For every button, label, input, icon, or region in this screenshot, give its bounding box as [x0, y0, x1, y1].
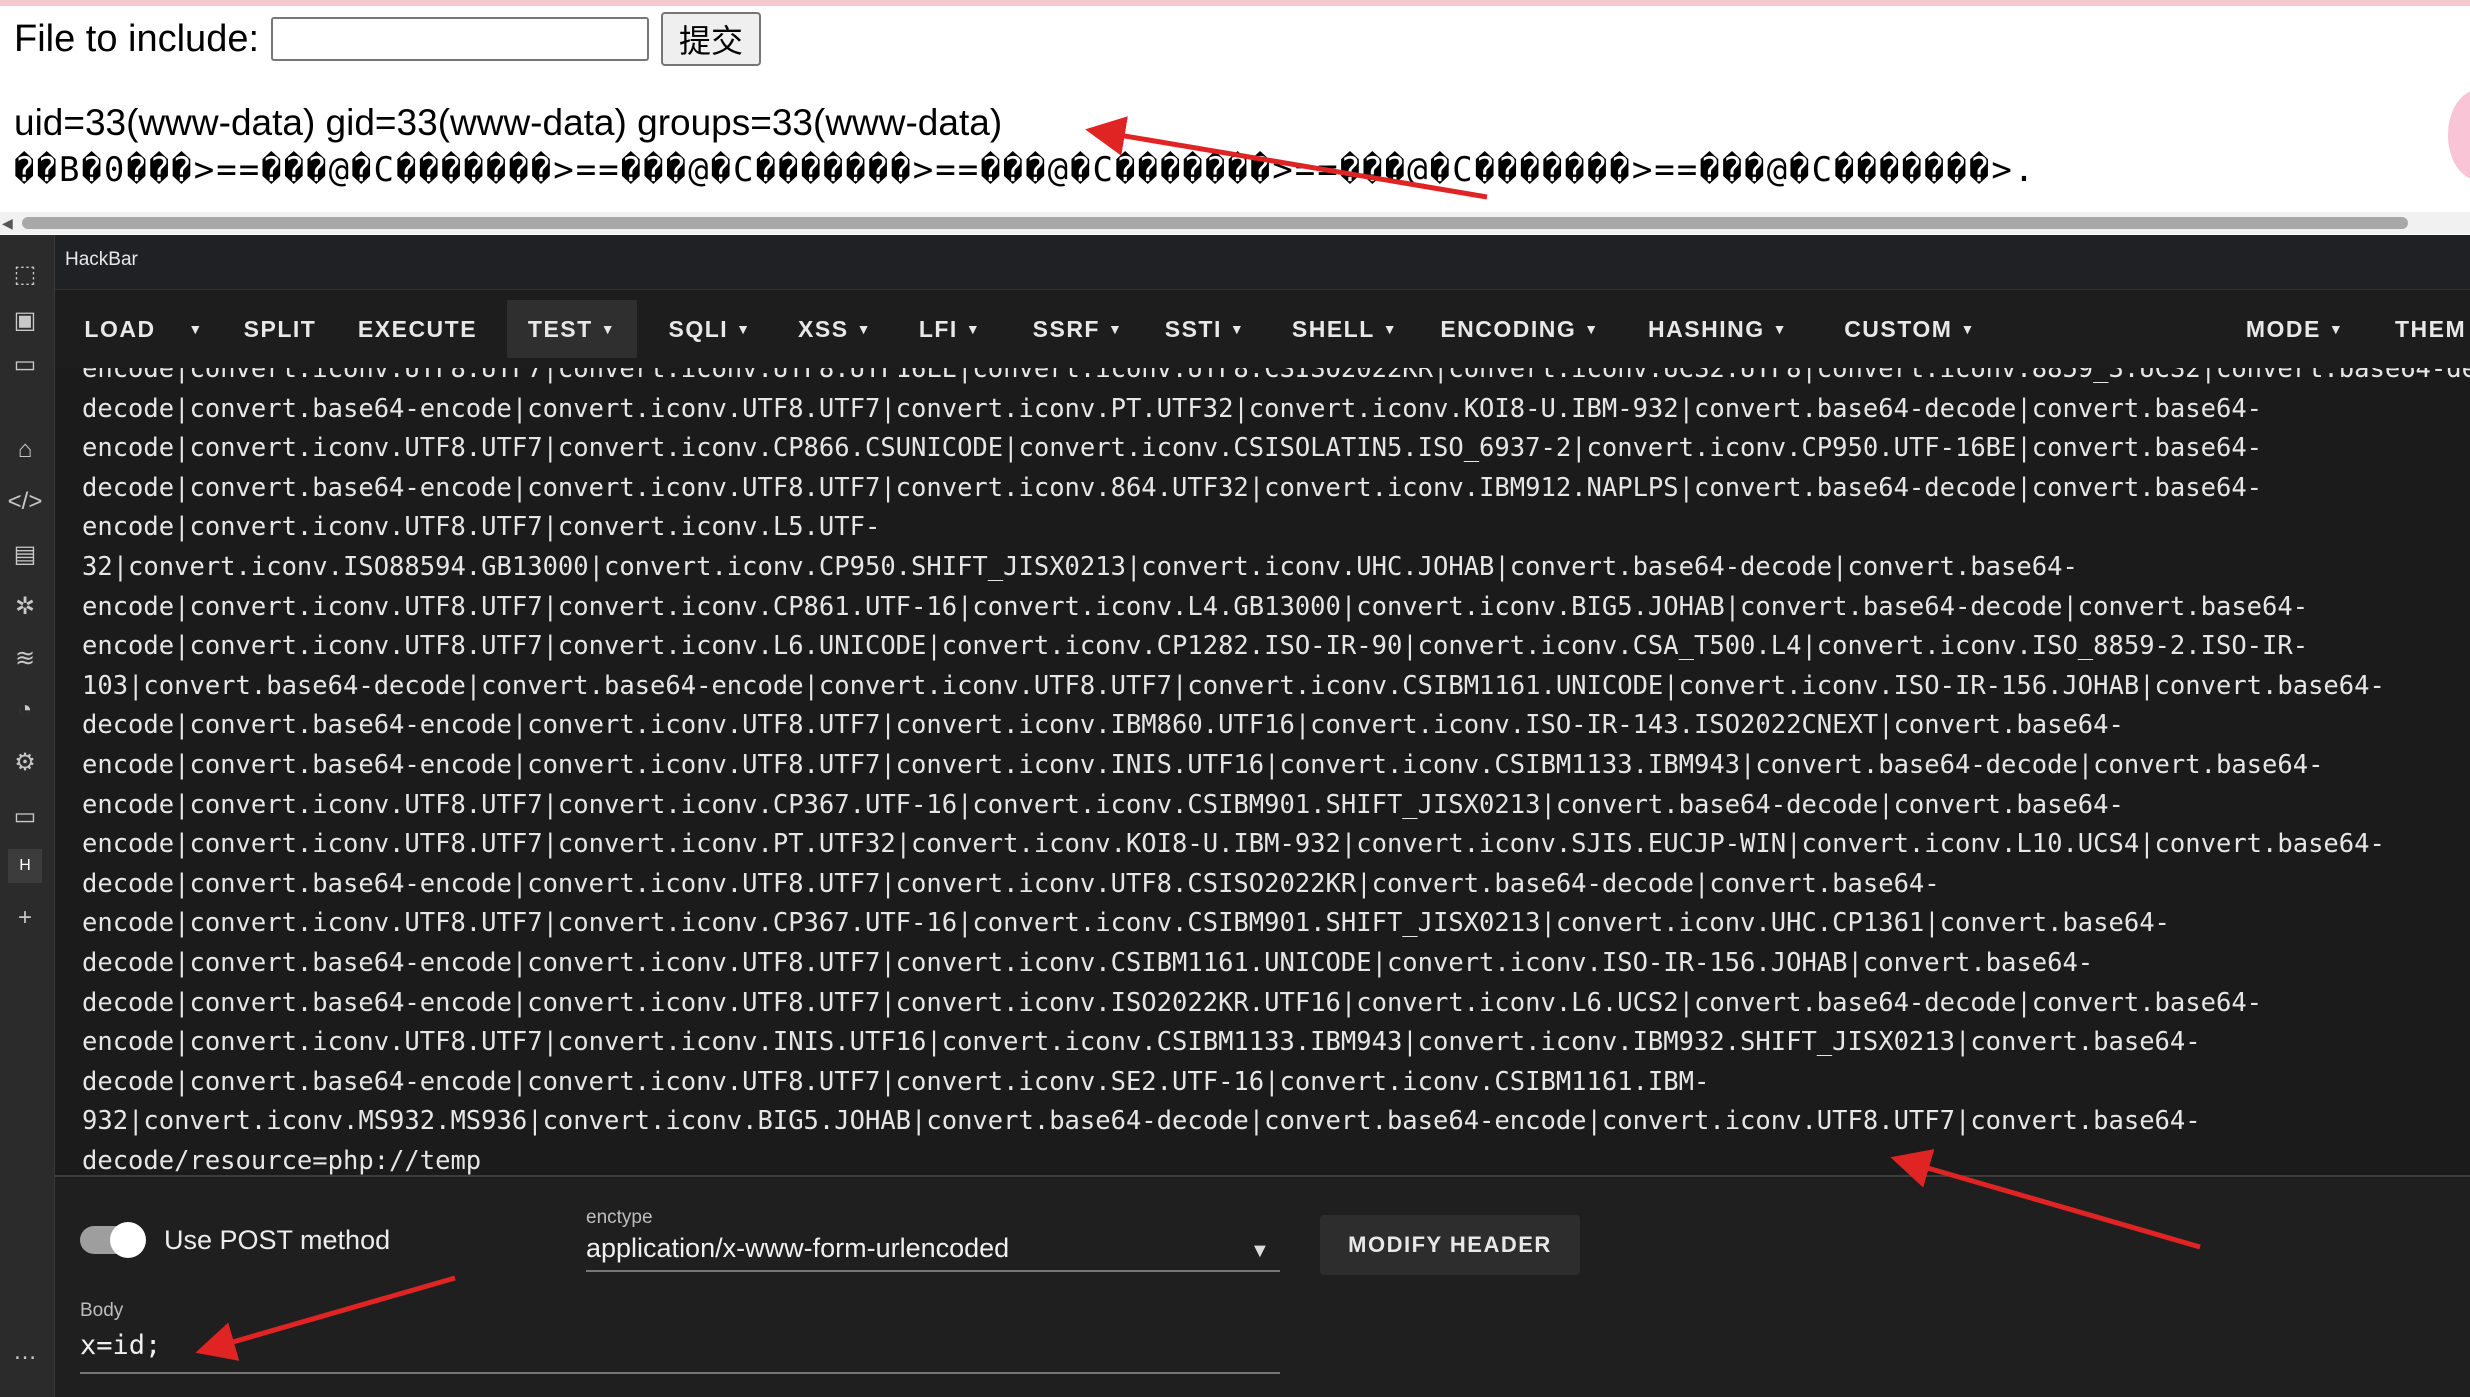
toggle-knob	[110, 1222, 146, 1258]
chevron-down-icon: ▼	[1107, 321, 1124, 337]
body-underline	[80, 1372, 1280, 1374]
url-line: decode|convert.base64-encode|convert.ico…	[82, 987, 2263, 1018]
top-border	[0, 0, 2470, 6]
code-icon[interactable]: </>	[8, 485, 43, 519]
hashing-menu[interactable]: HASHING ▼	[1633, 300, 1803, 358]
chevron-down-icon: ▼	[188, 321, 204, 337]
url-divider	[55, 1175, 2470, 1177]
url-line: 32|convert.iconv.ISO88594.GB13000|conver…	[82, 551, 2078, 582]
body-input[interactable]: x=id;	[80, 1330, 161, 1361]
load-dropdown[interactable]: ▼	[179, 300, 205, 358]
custom-menu[interactable]: CUSTOM ▼	[1825, 300, 1995, 358]
enctype-underline	[586, 1270, 1280, 1272]
url-line: decode|convert.base64-encode|convert.ico…	[82, 472, 2263, 503]
chevron-down-icon: ▼	[2328, 321, 2345, 337]
hackbar-tab[interactable]: HackBar	[65, 249, 138, 271]
post-toggle[interactable]	[80, 1222, 146, 1258]
file-include-form: File to include: 提交	[14, 12, 762, 66]
encoding-menu[interactable]: ENCODING ▼	[1430, 300, 1610, 358]
split-button[interactable]: SPLIT	[225, 300, 335, 358]
hackbar-icon[interactable]: H	[8, 849, 42, 883]
test-menu[interactable]: TEST ▼	[507, 300, 637, 358]
chevron-down-icon: ▼	[1584, 321, 1600, 337]
url-text: encode|convert.iconv.UTF8.UTF7|convert.i…	[82, 368, 2470, 1178]
url-line: encode|convert.iconv.UTF8.UTF7|convert.i…	[82, 908, 2170, 939]
settings-icon[interactable]: ⚙	[8, 745, 42, 779]
home-icon[interactable]: ⌂	[8, 433, 42, 467]
ssti-menu[interactable]: SSTI ▼	[1155, 300, 1255, 358]
shell-menu[interactable]: SHELL ▼	[1280, 300, 1410, 358]
modify-header-button[interactable]: MODIFY HEADER	[1320, 1215, 1580, 1275]
url-line: decode|convert.base64-encode|convert.ico…	[82, 393, 2263, 424]
url-line: decode|convert.base64-encode|convert.ico…	[82, 1066, 1710, 1097]
sqli-menu[interactable]: SQLI ▼	[655, 300, 765, 358]
post-method-toggle-row: Use POST method	[80, 1205, 390, 1275]
window-icon[interactable]: ▭	[8, 347, 42, 381]
horizontal-scrollbar[interactable]: ◀	[0, 212, 2470, 234]
url-line: encode|convert.iconv.UTF8.UTF7|convert.i…	[82, 1027, 2201, 1058]
theme-menu[interactable]: THEM	[2395, 300, 2470, 358]
performance-icon[interactable]: ◔	[8, 693, 42, 727]
chevron-down-icon: ▼	[1772, 321, 1788, 337]
ssrf-menu[interactable]: SSRF ▼	[1023, 300, 1133, 358]
dropdown-arrow-icon[interactable]: ▼	[1250, 1240, 1270, 1263]
chevron-down-icon: ▼	[1382, 321, 1399, 337]
scroll-left-arrow-icon[interactable]: ◀	[2, 215, 13, 232]
chevron-down-icon: ▼	[1960, 321, 1976, 337]
console-icon[interactable]: ▤	[8, 537, 42, 571]
add-icon[interactable]: +	[8, 901, 42, 935]
devtools-sidebar: ⬚ ▣ ▭ ⌂ </> ▤ ✲ ≋ ◔ ⚙ ▭ H + …	[0, 235, 55, 1397]
binary-output: ��B�0���>==���@�C�������>==���@�C�������…	[14, 150, 2037, 190]
body-label: Body	[80, 1300, 124, 1321]
more-icon[interactable]: …	[8, 1335, 42, 1369]
url-line: 932|convert.iconv.MS932.MS936|convert.ic…	[82, 1106, 2201, 1137]
scrollbar-thumb[interactable]	[22, 217, 2408, 229]
url-line: 103|convert.base64-decode|convert.base64…	[82, 670, 2385, 701]
chevron-down-icon: ▼	[856, 321, 872, 337]
command-output: uid=33(www-data) gid=33(www-data) groups…	[14, 102, 1003, 143]
submit-button[interactable]: 提交	[661, 12, 762, 66]
execute-button[interactable]: EXECUTE	[345, 300, 490, 358]
chevron-down-icon: ▼	[965, 321, 982, 337]
device-icon[interactable]: ▣	[8, 303, 42, 337]
url-line: encode|convert.base64-encode|convert.ico…	[82, 749, 2324, 780]
chevron-down-icon: ▼	[736, 321, 752, 337]
post-label: Use POST method	[164, 1224, 391, 1255]
enctype-select[interactable]: application/x-www-form-urlencoded	[586, 1233, 1009, 1264]
url-line: decode/resource=php://temp	[82, 1145, 482, 1176]
mode-menu[interactable]: MODE ▼	[2235, 300, 2355, 358]
load-button[interactable]: LOAD	[65, 300, 175, 358]
url-line: encode|convert.iconv.UTF8.UTF7|convert.i…	[82, 368, 2470, 384]
bug-icon[interactable]: ✲	[8, 589, 42, 623]
network-icon[interactable]: ≋	[8, 641, 42, 675]
chevron-down-icon: ▼	[600, 321, 617, 337]
url-line: decode|convert.base64-encode|convert.ico…	[82, 868, 1940, 899]
page-viewport: File to include: 提交 uid=33(www-data) gid…	[0, 0, 2470, 235]
url-line: encode|convert.iconv.UTF8.UTF7|convert.i…	[82, 631, 2309, 662]
file-label: File to include:	[14, 17, 260, 60]
url-line: encode|convert.iconv.UTF8.UTF7|convert.i…	[82, 789, 2124, 820]
url-line: decode|convert.base64-encode|convert.ico…	[82, 710, 2124, 741]
enctype-label: enctype	[586, 1207, 653, 1228]
file-input[interactable]	[271, 17, 650, 61]
inspect-icon[interactable]: ⬚	[8, 257, 42, 291]
xss-menu[interactable]: XSS ▼	[785, 300, 885, 358]
url-line: encode|convert.iconv.UTF8.UTF7|convert.i…	[82, 433, 2263, 464]
url-line: encode|convert.iconv.UTF8.UTF7|convert.i…	[82, 512, 881, 543]
url-line: decode|convert.base64-encode|convert.ico…	[82, 947, 2094, 978]
hackbar-toolbar: LOAD ▼ SPLIT EXECUTE TEST ▼ SQLI ▼ XSS ▼ LF…	[55, 290, 2470, 368]
chevron-down-icon: ▼	[1229, 321, 1246, 337]
url-line: encode|convert.iconv.UTF8.UTF7|convert.i…	[82, 591, 2309, 622]
lfi-menu[interactable]: LFI ▼	[905, 300, 995, 358]
hackbar-tab-bar: HackBar	[55, 235, 2470, 290]
url-line: encode|convert.iconv.UTF8.UTF7|convert.i…	[82, 829, 2385, 860]
url-textarea[interactable]: encode|convert.iconv.UTF8.UTF7|convert.i…	[55, 368, 2470, 1178]
storage-icon[interactable]: ▭	[8, 799, 42, 833]
